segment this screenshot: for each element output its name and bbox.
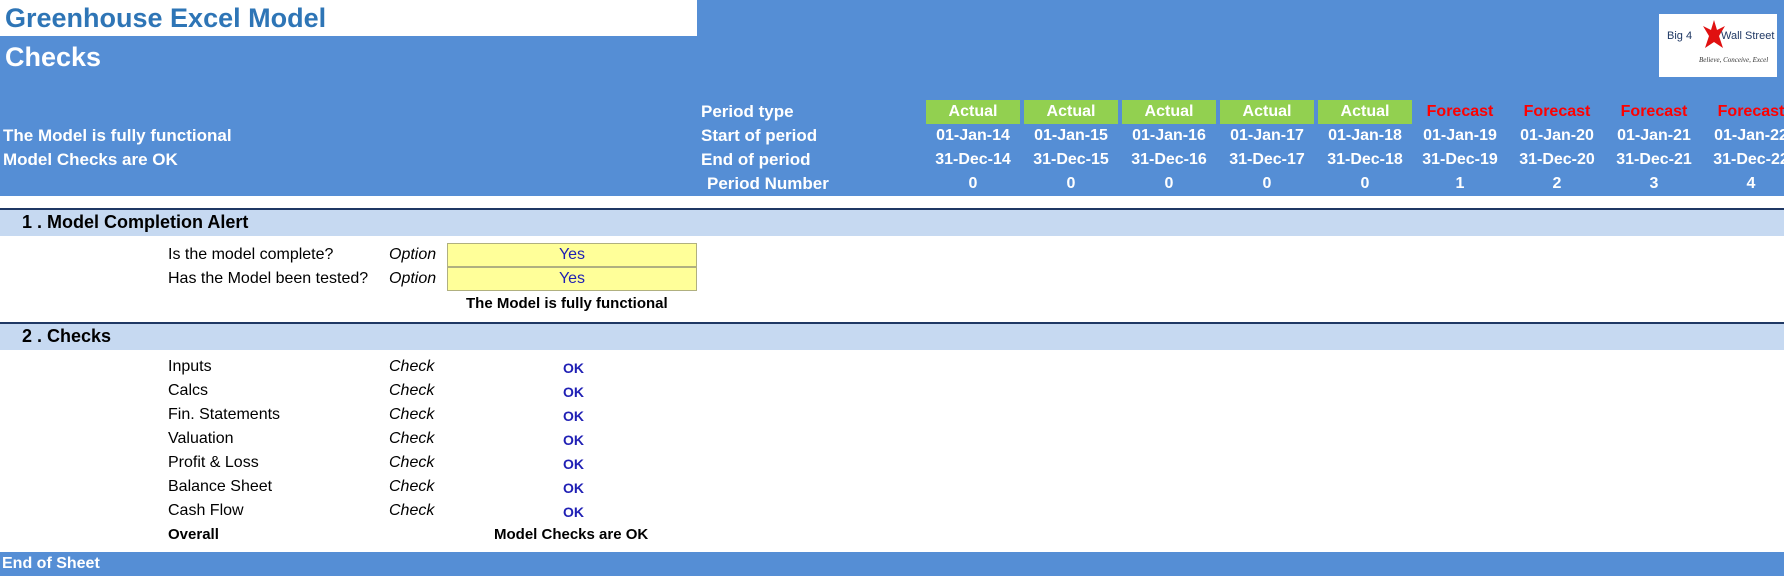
check-status-ok: OK [563,360,584,376]
period-end-cell[interactable]: 31-Dec-14 [926,148,1020,172]
period-end-cell[interactable]: 31-Dec-18 [1318,148,1412,172]
check-status-ok: OK [563,480,584,496]
check-item-label: Calcs [168,382,209,399]
check-item-label: Fin. Statements [168,406,281,423]
footer-band: End of Sheet [0,552,1784,576]
period-type-cell[interactable]: Actual [1220,100,1314,124]
sheet-title: Checks [5,42,102,72]
period-number-cell[interactable]: 4 [1704,172,1784,196]
check-type-label: Check [389,430,435,447]
check-type-label: Check [389,358,435,375]
period-end-cell[interactable]: 31-Dec-17 [1220,148,1314,172]
section-1-title: 1 . Model Completion Alert [22,212,249,232]
period-number-cell[interactable]: 0 [1024,172,1118,196]
status-checks: Model Checks are OK [3,150,178,169]
logo-tagline: Believe, Conceive, Excel [1699,56,1769,64]
period-type-cell[interactable]: Forecast [1413,100,1507,124]
period-type-cell[interactable]: Actual [1122,100,1216,124]
period-start-cell[interactable]: 01-Jan-19 [1413,124,1507,148]
check-item-label: Inputs [168,358,212,375]
period-start-cell[interactable]: 01-Jan-14 [926,124,1020,148]
check-status-ok: OK [563,432,584,448]
model-tested-input[interactable]: Yes [447,267,697,291]
period-end-cell[interactable]: 31-Dec-20 [1510,148,1604,172]
period-type-cell[interactable]: Actual [1318,100,1412,124]
title-cell[interactable]: Greenhouse Excel Model [0,0,697,36]
check-type-label: Check [389,406,435,423]
overall-label: Overall [168,526,219,543]
overall-result: Model Checks are OK [494,526,649,543]
logo-text-right: Wall Street [1721,30,1775,42]
period-start-cell[interactable]: 01-Jan-22 [1704,124,1784,148]
completion-result: The Model is fully functional [466,295,668,312]
question-model-tested: Has the Model been tested? [168,270,369,287]
model-complete-input[interactable]: Yes [447,243,697,267]
period-number-cell[interactable]: 3 [1607,172,1701,196]
check-status-ok: OK [563,384,584,400]
period-number-cell[interactable]: 0 [1122,172,1216,196]
check-status-ok: OK [563,408,584,424]
check-item-label: Balance Sheet [168,478,273,495]
label-end-of-period: End of period [701,150,811,169]
label-start-of-period: Start of period [701,126,818,145]
period-end-cell[interactable]: 31-Dec-19 [1413,148,1507,172]
period-type-cell[interactable]: Actual [926,100,1020,124]
period-start-cell[interactable]: 01-Jan-16 [1122,124,1216,148]
logo-text-left: Big 4 [1667,30,1693,42]
period-start-cell[interactable]: 01-Jan-20 [1510,124,1604,148]
period-type-cell[interactable]: Forecast [1510,100,1604,124]
option-label-1: Option [389,246,437,263]
period-number-cell[interactable]: 1 [1413,172,1507,196]
check-status-ok: OK [563,456,584,472]
status-functional: The Model is fully functional [3,126,232,145]
check-item-label: Profit & Loss [168,454,259,471]
section-2-header: 2 . Checks [0,322,1784,350]
period-end-cell[interactable]: 31-Dec-15 [1024,148,1118,172]
period-end-cell[interactable]: 31-Dec-16 [1122,148,1216,172]
period-end-cell[interactable]: 31-Dec-21 [1607,148,1701,172]
period-start-cell[interactable]: 01-Jan-18 [1318,124,1412,148]
section-2-title: 2 . Checks [22,326,112,346]
label-period-number: Period Number [707,174,829,193]
period-type-cell[interactable]: Actual [1024,100,1118,124]
check-type-label: Check [389,454,435,471]
section-1-header: 1 . Model Completion Alert [0,208,1784,236]
check-type-label: Check [389,478,435,495]
check-item-label: Valuation [168,430,234,447]
big4-logo: Big 4 Wall Street Believe, Conceive, Exc… [1659,14,1777,77]
period-type-cell[interactable]: Forecast [1607,100,1701,124]
period-number-cell[interactable]: 0 [1220,172,1314,196]
period-end-cell[interactable]: 31-Dec-22 [1704,148,1784,172]
model-title: Greenhouse Excel Model [5,3,327,33]
check-type-label: Check [389,502,435,519]
period-type-cell[interactable]: Forecast [1704,100,1784,124]
check-type-label: Check [389,382,435,399]
period-start-cell[interactable]: 01-Jan-15 [1024,124,1118,148]
period-number-cell[interactable]: 0 [926,172,1020,196]
end-of-sheet: End of Sheet [2,555,100,572]
check-item-label: Cash Flow [168,502,244,519]
question-model-complete: Is the model complete? [168,246,334,263]
option-label-2: Option [389,270,437,287]
period-start-cell[interactable]: 01-Jan-21 [1607,124,1701,148]
period-start-cell[interactable]: 01-Jan-17 [1220,124,1314,148]
period-number-cell[interactable]: 0 [1318,172,1412,196]
check-status-ok: OK [563,504,584,520]
label-period-type: Period type [701,102,794,121]
period-number-cell[interactable]: 2 [1510,172,1604,196]
